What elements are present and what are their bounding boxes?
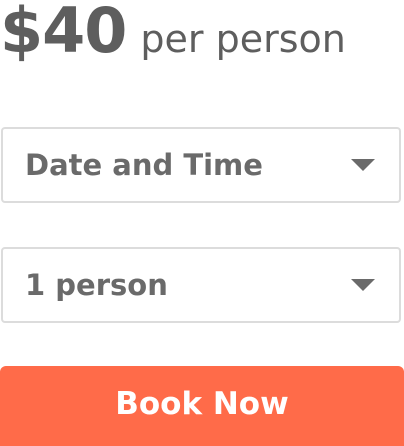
caret-down-icon [351,279,375,291]
date-time-select[interactable]: Date and Time [1,127,401,203]
booking-widget: $40 per person Date and Time 1 person Bo… [0,0,404,446]
caret-down-icon [351,159,375,171]
book-now-button[interactable]: Book Now [0,366,404,446]
date-time-select-value: Date and Time [25,148,263,182]
guests-select-value: 1 person [25,268,168,302]
price-unit: per person [140,17,346,61]
price-amount: $40 [0,0,127,67]
price-display: $40 per person [0,0,346,70]
guests-select[interactable]: 1 person [1,247,401,323]
